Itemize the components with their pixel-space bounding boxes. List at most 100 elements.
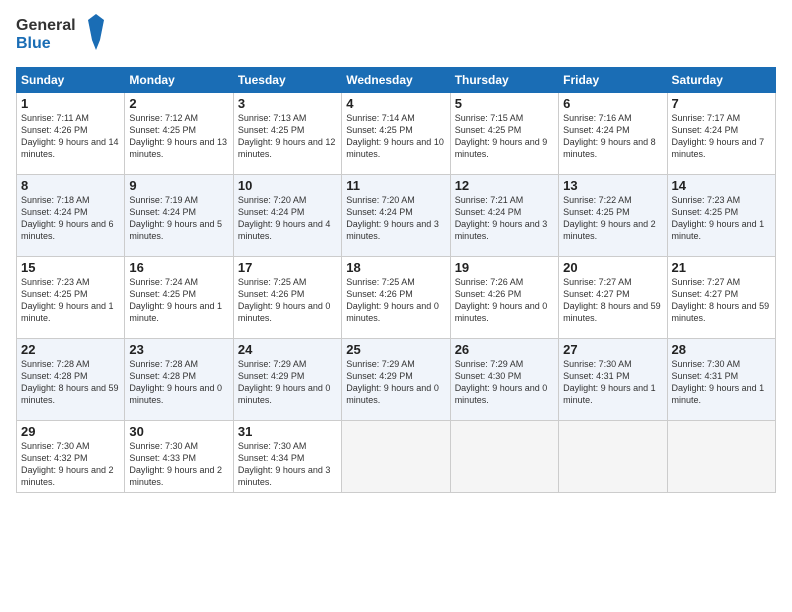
cell-info: Sunrise: 7:19 AMSunset: 4:24 PMDaylight:…	[129, 194, 228, 243]
day-number: 2	[129, 96, 228, 111]
calendar-cell: 28Sunrise: 7:30 AMSunset: 4:31 PMDayligh…	[667, 339, 775, 421]
calendar-cell	[342, 421, 450, 493]
day-number: 27	[563, 342, 662, 357]
day-number: 31	[238, 424, 337, 439]
day-number: 10	[238, 178, 337, 193]
cell-info: Sunrise: 7:16 AMSunset: 4:24 PMDaylight:…	[563, 112, 662, 161]
svg-text:General: General	[16, 17, 76, 34]
calendar-cell: 26Sunrise: 7:29 AMSunset: 4:30 PMDayligh…	[450, 339, 558, 421]
col-thursday: Thursday	[450, 68, 558, 93]
cell-info: Sunrise: 7:30 AMSunset: 4:32 PMDaylight:…	[21, 440, 120, 489]
calendar-cell	[450, 421, 558, 493]
cell-info: Sunrise: 7:25 AMSunset: 4:26 PMDaylight:…	[346, 276, 445, 325]
col-wednesday: Wednesday	[342, 68, 450, 93]
day-number: 6	[563, 96, 662, 111]
calendar-cell: 12Sunrise: 7:21 AMSunset: 4:24 PMDayligh…	[450, 175, 558, 257]
cell-info: Sunrise: 7:21 AMSunset: 4:24 PMDaylight:…	[455, 194, 554, 243]
cell-info: Sunrise: 7:29 AMSunset: 4:30 PMDaylight:…	[455, 358, 554, 407]
col-sunday: Sunday	[17, 68, 125, 93]
calendar-cell: 27Sunrise: 7:30 AMSunset: 4:31 PMDayligh…	[559, 339, 667, 421]
calendar-cell: 22Sunrise: 7:28 AMSunset: 4:28 PMDayligh…	[17, 339, 125, 421]
day-number: 26	[455, 342, 554, 357]
calendar-page: General Blue Sunday Monday Tuesday Wedne…	[0, 0, 792, 612]
day-number: 23	[129, 342, 228, 357]
cell-info: Sunrise: 7:26 AMSunset: 4:26 PMDaylight:…	[455, 276, 554, 325]
cell-info: Sunrise: 7:28 AMSunset: 4:28 PMDaylight:…	[21, 358, 120, 407]
cell-info: Sunrise: 7:30 AMSunset: 4:33 PMDaylight:…	[129, 440, 228, 489]
cell-info: Sunrise: 7:29 AMSunset: 4:29 PMDaylight:…	[238, 358, 337, 407]
day-number: 21	[672, 260, 771, 275]
day-number: 12	[455, 178, 554, 193]
calendar-cell: 18Sunrise: 7:25 AMSunset: 4:26 PMDayligh…	[342, 257, 450, 339]
page-header: General Blue	[16, 12, 776, 59]
calendar-cell: 23Sunrise: 7:28 AMSunset: 4:28 PMDayligh…	[125, 339, 233, 421]
calendar-cell: 5Sunrise: 7:15 AMSunset: 4:25 PMDaylight…	[450, 93, 558, 175]
cell-info: Sunrise: 7:30 AMSunset: 4:34 PMDaylight:…	[238, 440, 337, 489]
day-number: 17	[238, 260, 337, 275]
calendar-cell: 11Sunrise: 7:20 AMSunset: 4:24 PMDayligh…	[342, 175, 450, 257]
calendar-cell: 9Sunrise: 7:19 AMSunset: 4:24 PMDaylight…	[125, 175, 233, 257]
calendar-cell: 14Sunrise: 7:23 AMSunset: 4:25 PMDayligh…	[667, 175, 775, 257]
day-number: 14	[672, 178, 771, 193]
cell-info: Sunrise: 7:30 AMSunset: 4:31 PMDaylight:…	[563, 358, 662, 407]
cell-info: Sunrise: 7:15 AMSunset: 4:25 PMDaylight:…	[455, 112, 554, 161]
logo: General Blue	[16, 12, 111, 59]
calendar-cell: 16Sunrise: 7:24 AMSunset: 4:25 PMDayligh…	[125, 257, 233, 339]
cell-info: Sunrise: 7:13 AMSunset: 4:25 PMDaylight:…	[238, 112, 337, 161]
day-number: 29	[21, 424, 120, 439]
logo-text: General Blue	[16, 12, 111, 59]
calendar-cell: 1Sunrise: 7:11 AMSunset: 4:26 PMDaylight…	[17, 93, 125, 175]
calendar-cell: 15Sunrise: 7:23 AMSunset: 4:25 PMDayligh…	[17, 257, 125, 339]
calendar-cell: 25Sunrise: 7:29 AMSunset: 4:29 PMDayligh…	[342, 339, 450, 421]
cell-info: Sunrise: 7:24 AMSunset: 4:25 PMDaylight:…	[129, 276, 228, 325]
calendar-cell: 10Sunrise: 7:20 AMSunset: 4:24 PMDayligh…	[233, 175, 341, 257]
cell-info: Sunrise: 7:20 AMSunset: 4:24 PMDaylight:…	[238, 194, 337, 243]
calendar-cell: 3Sunrise: 7:13 AMSunset: 4:25 PMDaylight…	[233, 93, 341, 175]
cell-info: Sunrise: 7:27 AMSunset: 4:27 PMDaylight:…	[563, 276, 662, 325]
cell-info: Sunrise: 7:11 AMSunset: 4:26 PMDaylight:…	[21, 112, 120, 161]
cell-info: Sunrise: 7:23 AMSunset: 4:25 PMDaylight:…	[21, 276, 120, 325]
day-number: 24	[238, 342, 337, 357]
cell-info: Sunrise: 7:20 AMSunset: 4:24 PMDaylight:…	[346, 194, 445, 243]
day-number: 20	[563, 260, 662, 275]
day-number: 22	[21, 342, 120, 357]
day-number: 5	[455, 96, 554, 111]
cell-info: Sunrise: 7:25 AMSunset: 4:26 PMDaylight:…	[238, 276, 337, 325]
cell-info: Sunrise: 7:18 AMSunset: 4:24 PMDaylight:…	[21, 194, 120, 243]
cell-info: Sunrise: 7:29 AMSunset: 4:29 PMDaylight:…	[346, 358, 445, 407]
calendar-cell: 21Sunrise: 7:27 AMSunset: 4:27 PMDayligh…	[667, 257, 775, 339]
day-number: 8	[21, 178, 120, 193]
day-number: 16	[129, 260, 228, 275]
day-number: 13	[563, 178, 662, 193]
col-saturday: Saturday	[667, 68, 775, 93]
cell-info: Sunrise: 7:23 AMSunset: 4:25 PMDaylight:…	[672, 194, 771, 243]
calendar-cell: 19Sunrise: 7:26 AMSunset: 4:26 PMDayligh…	[450, 257, 558, 339]
day-number: 19	[455, 260, 554, 275]
day-number: 28	[672, 342, 771, 357]
calendar-cell: 2Sunrise: 7:12 AMSunset: 4:25 PMDaylight…	[125, 93, 233, 175]
header-row: Sunday Monday Tuesday Wednesday Thursday…	[17, 68, 776, 93]
cell-info: Sunrise: 7:14 AMSunset: 4:25 PMDaylight:…	[346, 112, 445, 161]
day-number: 1	[21, 96, 120, 111]
day-number: 18	[346, 260, 445, 275]
calendar-cell: 7Sunrise: 7:17 AMSunset: 4:24 PMDaylight…	[667, 93, 775, 175]
calendar-cell: 13Sunrise: 7:22 AMSunset: 4:25 PMDayligh…	[559, 175, 667, 257]
day-number: 25	[346, 342, 445, 357]
calendar-cell: 29Sunrise: 7:30 AMSunset: 4:32 PMDayligh…	[17, 421, 125, 493]
cell-info: Sunrise: 7:28 AMSunset: 4:28 PMDaylight:…	[129, 358, 228, 407]
calendar-cell: 6Sunrise: 7:16 AMSunset: 4:24 PMDaylight…	[559, 93, 667, 175]
day-number: 30	[129, 424, 228, 439]
day-number: 15	[21, 260, 120, 275]
col-monday: Monday	[125, 68, 233, 93]
calendar-cell: 31Sunrise: 7:30 AMSunset: 4:34 PMDayligh…	[233, 421, 341, 493]
cell-info: Sunrise: 7:22 AMSunset: 4:25 PMDaylight:…	[563, 194, 662, 243]
cell-info: Sunrise: 7:27 AMSunset: 4:27 PMDaylight:…	[672, 276, 771, 325]
calendar-cell: 4Sunrise: 7:14 AMSunset: 4:25 PMDaylight…	[342, 93, 450, 175]
calendar-table: Sunday Monday Tuesday Wednesday Thursday…	[16, 67, 776, 493]
svg-text:Blue: Blue	[16, 35, 51, 52]
calendar-cell	[667, 421, 775, 493]
calendar-cell: 20Sunrise: 7:27 AMSunset: 4:27 PMDayligh…	[559, 257, 667, 339]
calendar-cell: 8Sunrise: 7:18 AMSunset: 4:24 PMDaylight…	[17, 175, 125, 257]
cell-info: Sunrise: 7:17 AMSunset: 4:24 PMDaylight:…	[672, 112, 771, 161]
day-number: 11	[346, 178, 445, 193]
